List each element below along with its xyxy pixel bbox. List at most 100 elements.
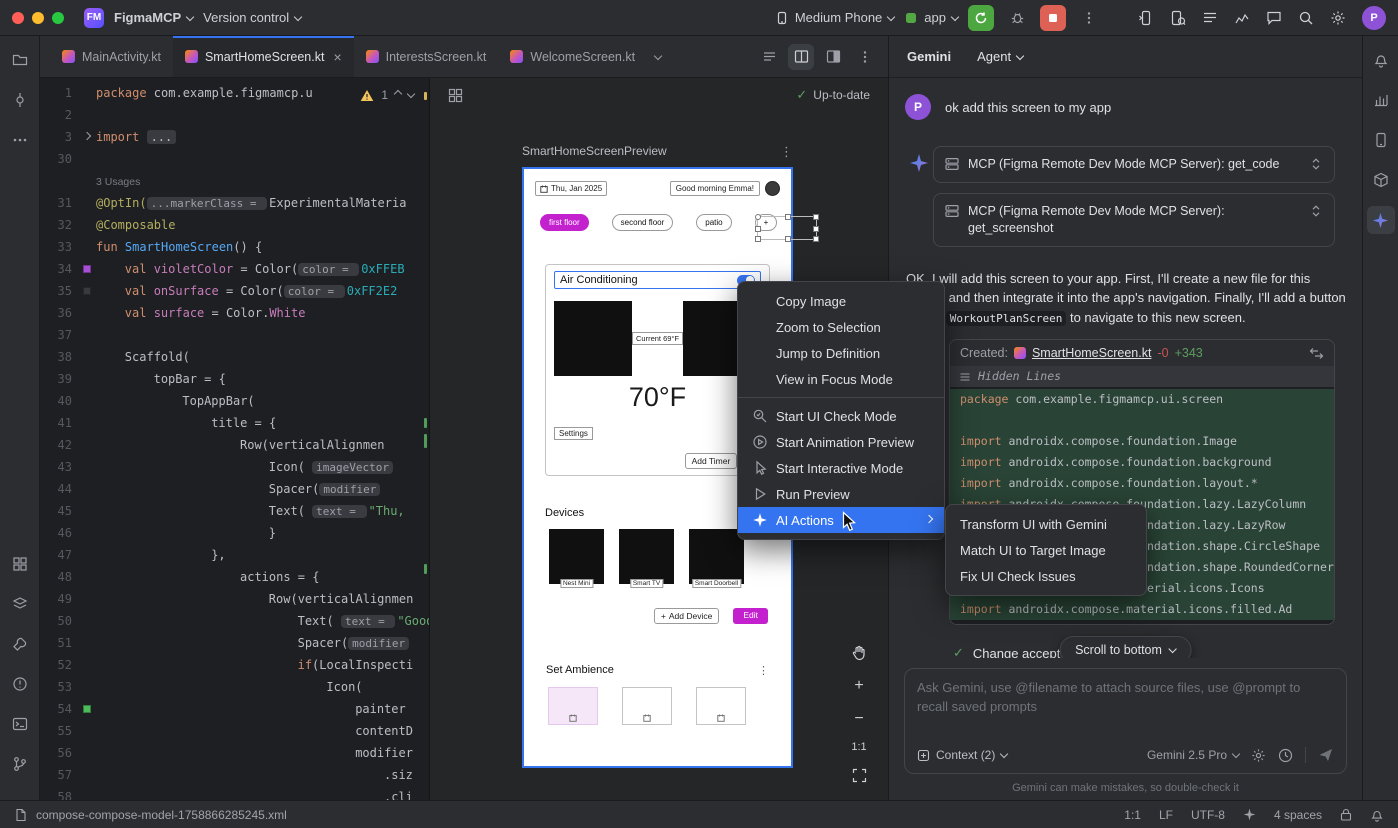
zoom-out-button[interactable]: − [848, 708, 870, 730]
run-config-selector[interactable]: app [904, 10, 958, 25]
device-mirroring-button[interactable] [1138, 10, 1154, 26]
menu-item-start-animation-preview[interactable]: Start Animation Preview [738, 429, 944, 455]
preview-options-button[interactable]: ⋮ [780, 145, 793, 158]
chat-settings-button[interactable] [1251, 748, 1266, 763]
profiler-toolwindow-button[interactable] [1367, 86, 1395, 114]
tab-gemini[interactable]: Gemini [907, 49, 951, 64]
resize-handle[interactable] [813, 226, 819, 232]
menu-item-view-in-focus-mode[interactable]: View in Focus Mode [738, 366, 944, 392]
problems-toolwindow-button[interactable] [6, 670, 34, 698]
menu-item-fix-ui-check-issues[interactable]: Fix UI Check Issues [946, 563, 1146, 589]
selected-element-box[interactable] [757, 216, 817, 240]
version-control-toolwindow-button[interactable] [6, 750, 34, 778]
tool-call-chip[interactable]: MCP (Figma Remote Dev Mode MCP Server): … [933, 193, 1335, 247]
design-view-button[interactable] [820, 44, 846, 70]
editor-tab-smarthomescreen-kt[interactable]: SmartHomeScreen.kt× [173, 36, 354, 77]
hidden-tabs-dropdown[interactable] [647, 36, 669, 77]
chat-input[interactable]: Ask Gemini, use @filename to attach sour… [904, 668, 1347, 774]
open-diff-button[interactable] [1309, 347, 1324, 360]
editor-tab-welcomescreen-kt[interactable]: WelcomeScreen.kt [498, 36, 647, 77]
settings-button[interactable] [1330, 10, 1346, 26]
stripe-change-mark[interactable] [424, 418, 427, 428]
stripe-change-mark[interactable] [424, 434, 427, 448]
statusbar-file[interactable]: compose-compose-model-1758866285245.xml [36, 808, 287, 822]
color-swatch[interactable] [83, 705, 91, 713]
resize-handle[interactable] [755, 236, 761, 242]
zoom-in-button[interactable]: + [848, 675, 870, 697]
stripe-change-mark[interactable] [424, 564, 427, 574]
editor-options-button[interactable] [852, 44, 878, 70]
zoom-to-fit-button[interactable] [848, 764, 870, 786]
close-window-button[interactable] [12, 12, 24, 24]
resize-handle[interactable] [755, 214, 761, 220]
search-everywhere-button[interactable] [1298, 10, 1314, 26]
menu-item-jump-to-definition[interactable]: Jump to Definition [738, 340, 944, 366]
lock-icon[interactable] [1340, 808, 1352, 821]
menu-item-start-interactive-mode[interactable]: Start Interactive Mode [738, 455, 944, 481]
line-ending[interactable]: LF [1159, 808, 1173, 822]
split-view-button[interactable] [788, 44, 814, 70]
logcat-button[interactable] [1202, 10, 1218, 26]
resize-handle[interactable] [755, 226, 761, 232]
ui-check-mode-button[interactable] [448, 88, 463, 103]
zoom-to-100-button[interactable]: 1:1 [851, 741, 866, 753]
build-variants-button[interactable] [1367, 166, 1395, 194]
code-editor[interactable]: 1package com.example.figmamcp.u23import … [40, 78, 430, 800]
resize-handle[interactable] [785, 236, 791, 242]
minimize-window-button[interactable] [32, 12, 44, 24]
editor-tab-interestsscreen-kt[interactable]: InterestsScreen.kt [354, 36, 499, 77]
context-selector[interactable]: Context (2) [917, 748, 1007, 762]
debug-button[interactable] [1004, 5, 1030, 31]
menu-item-start-ui-check-mode[interactable]: Start UI Check Mode [738, 403, 944, 429]
device-explorer-button[interactable] [6, 550, 34, 578]
tab-agent[interactable]: Agent [977, 49, 1023, 64]
fold-arrow-icon[interactable] [83, 132, 91, 140]
terminal-toolwindow-button[interactable] [6, 710, 34, 738]
project-toolwindow-button[interactable] [6, 46, 34, 74]
commit-toolwindow-button[interactable] [6, 86, 34, 114]
code-view-button[interactable] [756, 44, 782, 70]
menu-item-copy-image[interactable]: Copy Image [738, 288, 944, 314]
usages-hint[interactable]: 3 Usages [96, 176, 140, 188]
menu-item-match-ui-to-target-image[interactable]: Match UI to Target Image [946, 537, 1146, 563]
maximize-window-button[interactable] [52, 12, 64, 24]
device-selector[interactable]: Medium Phone [775, 10, 894, 25]
stripe-warning-mark[interactable] [424, 92, 427, 100]
resize-handle[interactable] [813, 214, 819, 220]
device-manager-button[interactable] [1367, 126, 1395, 154]
chat-history-button[interactable] [1278, 748, 1293, 763]
send-button[interactable] [1318, 747, 1334, 763]
notifications-icon[interactable] [1370, 808, 1384, 822]
tool-call-chip[interactable]: MCP (Figma Remote Dev Mode MCP Server): … [933, 146, 1335, 183]
model-selector[interactable]: Gemini 2.5 Pro [1147, 748, 1239, 762]
ai-status-icon[interactable] [1243, 808, 1256, 821]
run-button[interactable] [968, 5, 994, 31]
vcs-widget[interactable]: Version control [203, 10, 301, 25]
more-run-actions-button[interactable] [1076, 5, 1102, 31]
scroll-to-bottom-button[interactable]: Scroll to bottom [1059, 636, 1192, 658]
project-selector[interactable]: FigmaMCP [114, 10, 193, 25]
pan-button[interactable] [848, 642, 870, 664]
menu-item-zoom-to-selection[interactable]: Zoom to Selection [738, 314, 944, 340]
more-toolwindows-button[interactable] [6, 126, 34, 154]
color-swatch[interactable] [83, 287, 91, 295]
menu-item-ai-actions[interactable]: AI Actions [738, 507, 944, 533]
file-encoding[interactable]: UTF-8 [1191, 808, 1225, 822]
running-devices-button[interactable] [1170, 10, 1186, 26]
menu-item-run-preview[interactable]: Run Preview [738, 481, 944, 507]
notifications-button[interactable] [1367, 46, 1395, 74]
indent-setting[interactable]: 4 spaces [1274, 808, 1322, 822]
editor-tab-mainactivity-kt[interactable]: MainActivity.kt [50, 36, 173, 77]
caret-position[interactable]: 1:1 [1124, 808, 1141, 822]
hidden-lines-row[interactable]: Hidden Lines [950, 366, 1334, 387]
inspection-widget[interactable]: 1 [353, 86, 421, 104]
close-icon[interactable]: × [333, 49, 341, 65]
stop-button[interactable] [1040, 5, 1066, 31]
profiler-button[interactable] [1234, 10, 1250, 26]
build-toolwindow-button[interactable] [6, 630, 34, 658]
color-swatch[interactable] [83, 265, 91, 273]
menu-item-transform-ui-with-gemini[interactable]: Transform UI with Gemini [946, 511, 1146, 537]
feedback-button[interactable] [1266, 10, 1282, 26]
gemini-toolwindow-button[interactable] [1367, 206, 1395, 234]
resize-handle[interactable] [785, 214, 791, 220]
